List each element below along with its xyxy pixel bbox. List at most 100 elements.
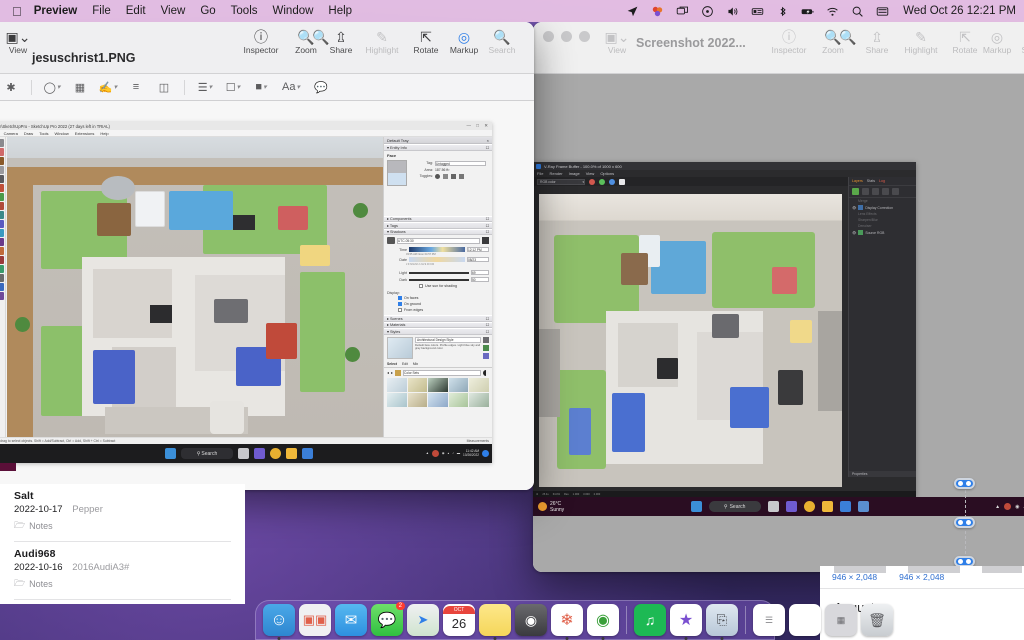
back-arrow-icon[interactable]: ◂ bbox=[387, 370, 389, 375]
time-slider[interactable] bbox=[409, 247, 465, 252]
messages-icon[interactable]: 💬 2 bbox=[371, 602, 405, 636]
menu-item-tools[interactable]: Tools bbox=[231, 5, 258, 17]
show-shadows-icon[interactable] bbox=[387, 237, 395, 244]
vray-properties-header[interactable]: Properties bbox=[849, 471, 916, 477]
sketchup-menu-bar[interactable]: View Camera Draw Tools Window Extensions… bbox=[0, 130, 492, 137]
printer-icon[interactable]: ⎘ bbox=[706, 604, 738, 640]
home-collection-icon[interactable] bbox=[395, 369, 402, 376]
taskbar-app-row[interactable]: ⚲ Search bbox=[564, 501, 995, 512]
vray-panel-toolbar[interactable] bbox=[849, 186, 916, 198]
list-item[interactable]: Audi968 2022-10-16 2016AudiA3# 🗁 Notes bbox=[14, 542, 231, 600]
volume-icon[interactable]: ♪ bbox=[452, 451, 454, 456]
shapes-icon[interactable]: ◯ ▾ bbox=[39, 77, 65, 98]
location-arrow-icon[interactable] bbox=[626, 5, 639, 18]
search-icon[interactable] bbox=[851, 5, 864, 18]
eraser-tool-icon[interactable] bbox=[0, 139, 4, 147]
vray-menu-options[interactable]: Options bbox=[600, 171, 614, 176]
display-from-edges-row[interactable]: From edges bbox=[384, 307, 492, 313]
text-box-icon[interactable]: ▦ bbox=[67, 77, 93, 98]
style-swatch[interactable] bbox=[387, 377, 407, 392]
trash-icon[interactable]: 🗑 bbox=[861, 604, 893, 636]
line-tool-icon[interactable] bbox=[0, 148, 4, 156]
markup-toolbar[interactable]: ✱ ◯ ▾ ▦ ✍ ▾ ≡ ◫ ☰ ▾ ☐ ▾ ■ ▾ Aa ▾ 💬 bbox=[0, 74, 534, 101]
expand-icon[interactable]: ☐ bbox=[486, 223, 489, 228]
chevron-up-icon[interactable]: ▲ bbox=[426, 451, 429, 456]
calendar-icon[interactable]: OCT 26 bbox=[443, 604, 475, 636]
vray-menu-image[interactable]: Image bbox=[569, 171, 580, 176]
style-swatch[interactable] bbox=[407, 392, 428, 407]
use-sun-checkbox[interactable] bbox=[419, 284, 424, 288]
entity-tag-row[interactable]: Tag: Untagged bbox=[410, 160, 489, 167]
vray-tab-layers[interactable]: Layers bbox=[852, 179, 863, 183]
list-item[interactable]: Salt 2022-10-17 Pepper 🗁 Notes bbox=[14, 484, 231, 542]
scale-tool-icon[interactable] bbox=[0, 184, 4, 192]
entity-toggles-row[interactable]: Toggles: bbox=[410, 173, 489, 180]
photo-thumbnail[interactable] bbox=[908, 566, 960, 573]
vray-menu-file[interactable]: File bbox=[537, 171, 543, 176]
style-swatch[interactable] bbox=[469, 377, 489, 392]
current-style-row[interactable]: Architectural Design Style Default face … bbox=[384, 335, 492, 361]
menu-item-go[interactable]: Go bbox=[200, 5, 215, 17]
expand-icon[interactable]: ☐ bbox=[486, 316, 489, 321]
windows-start-icon[interactable] bbox=[165, 448, 176, 459]
scenes-tool-icon[interactable] bbox=[0, 292, 4, 300]
su-menu-tools[interactable]: Tools bbox=[39, 131, 48, 136]
axes-tool-icon[interactable] bbox=[0, 202, 4, 210]
taskbar-search-box[interactable]: ⚲ Search bbox=[181, 448, 233, 459]
on-faces-checkbox[interactable] bbox=[398, 296, 402, 300]
extension-icon[interactable] bbox=[0, 265, 4, 273]
dark-value[interactable]: 50 bbox=[471, 277, 489, 282]
menu-item-file[interactable]: File bbox=[92, 5, 111, 17]
style-tab-select[interactable]: Select bbox=[387, 362, 397, 366]
style-swatch[interactable] bbox=[387, 392, 407, 407]
star-app-icon[interactable]: ★ bbox=[670, 604, 702, 640]
chrome-icon[interactable]: ◉ bbox=[587, 604, 619, 640]
list-item[interactable]: Hi Abraxxas, bbox=[14, 600, 231, 604]
sketchup-default-tray[interactable]: Default Tray × ▾ Entity Info ☐ Face Tag:… bbox=[383, 137, 492, 437]
launchpad-icon[interactable]: ▣▣ bbox=[299, 604, 331, 636]
inspector-button[interactable]: ⓘ Inspector bbox=[237, 29, 285, 55]
style-tab-mix[interactable]: Mix bbox=[413, 362, 418, 366]
finder-icon[interactable]: ☺ bbox=[263, 604, 295, 640]
style-swatch-grid[interactable] bbox=[384, 377, 492, 407]
wifi-icon[interactable]: ▴ bbox=[448, 451, 450, 456]
sketchup-icon[interactable] bbox=[302, 448, 313, 459]
sketchup-icon[interactable] bbox=[839, 501, 851, 512]
screen-mirroring-icon[interactable] bbox=[676, 5, 689, 18]
expand-icon[interactable]: ☐ bbox=[486, 216, 489, 221]
vray-layer-row[interactable]: 👁 Display Correction bbox=[849, 204, 916, 211]
create-style-icon[interactable] bbox=[483, 344, 489, 351]
maps-icon[interactable]: ➤ bbox=[407, 604, 439, 636]
notification-icon[interactable] bbox=[482, 450, 489, 457]
back-window-traffic-lights[interactable] bbox=[543, 31, 590, 42]
green-channel-icon[interactable] bbox=[599, 178, 605, 185]
move-tool-icon[interactable] bbox=[0, 175, 4, 183]
taskbar-tray-front[interactable]: ▲ ◉ ▴ ♪ ▬ 11:42 AM 10/26/2022 bbox=[426, 449, 489, 457]
expand-icon[interactable]: ☐ bbox=[486, 322, 489, 327]
zoom-extents-icon[interactable] bbox=[0, 229, 4, 237]
menu-item-help[interactable]: Help bbox=[328, 5, 352, 17]
text-tool-icon[interactable] bbox=[0, 211, 4, 219]
crop-icon[interactable]: ◫ bbox=[151, 77, 177, 98]
date-value[interactable]: 08/23 bbox=[467, 257, 489, 262]
follow-me-icon[interactable] bbox=[0, 247, 4, 255]
style-options-icon[interactable] bbox=[483, 352, 489, 359]
dark-slider[interactable] bbox=[409, 278, 469, 281]
text-style-icon[interactable]: Aa ▾ bbox=[276, 77, 306, 98]
win11-taskbar-front[interactable]: ⚲ Search ▲ ◉ ▴ ♪ ▬ 11:42 AM 10/26/2022 bbox=[0, 444, 492, 463]
task-view-icon[interactable] bbox=[238, 448, 249, 459]
style-swatch[interactable] bbox=[448, 377, 469, 392]
sketchup-3d-viewport[interactable] bbox=[7, 137, 383, 437]
position-camera-icon[interactable] bbox=[0, 238, 4, 246]
windows-start-icon[interactable] bbox=[690, 501, 702, 512]
teams-icon[interactable] bbox=[785, 501, 797, 512]
vray-layer-row[interactable]: 👁 Source RGB bbox=[849, 229, 916, 236]
battery-icon[interactable]: ▬ bbox=[457, 451, 460, 456]
notes-icon[interactable] bbox=[479, 604, 511, 640]
chrome-icon[interactable] bbox=[803, 501, 815, 512]
shadow-settings-icon[interactable] bbox=[482, 237, 489, 244]
timezone-dropdown[interactable]: UTC-05:30 bbox=[397, 237, 480, 244]
network-icon[interactable]: ◉ bbox=[1015, 504, 1019, 510]
instant-alpha-icon[interactable]: ✱ bbox=[0, 77, 24, 98]
window-controls[interactable]: — □ ✕ bbox=[467, 123, 491, 129]
